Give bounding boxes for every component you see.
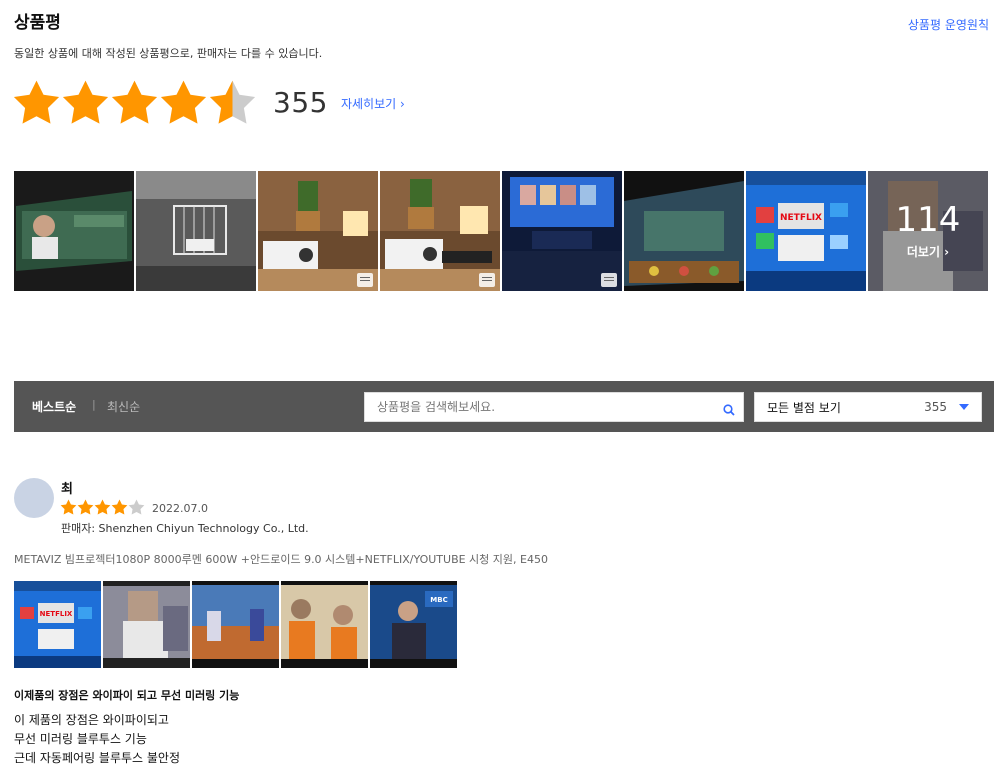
star-icon <box>159 79 208 125</box>
svg-text:MBC: MBC <box>430 596 447 604</box>
star-icon <box>60 499 77 515</box>
star-icon <box>110 79 159 125</box>
review-photo[interactable] <box>192 581 279 668</box>
avatar <box>14 478 54 518</box>
comment-icon <box>479 273 495 287</box>
review-photo[interactable] <box>281 581 368 668</box>
comment-icon <box>357 273 373 287</box>
review-star-rating <box>60 499 145 515</box>
star-icon <box>111 499 128 515</box>
review-photo[interactable]: NETFLIX <box>14 581 101 668</box>
detail-link[interactable]: 자세히보기 › <box>341 95 405 112</box>
review-photos: NETFLIX MBC <box>14 581 457 668</box>
rating-summary: 355 자세히보기 › <box>12 76 405 128</box>
photo-gallery: NETFLIX 114 더보기 › <box>14 171 988 291</box>
sort-best-tab[interactable]: 베스트순 <box>32 398 76 415</box>
review-filter-bar: 베스트순 | 최신순 모든 별점 보기 355 <box>14 381 994 432</box>
more-photos-button[interactable]: 더보기 › <box>907 243 949 260</box>
rating-stars <box>12 79 257 125</box>
review-date: 2022.07.0 <box>152 502 208 515</box>
empty-star-icon <box>128 499 145 515</box>
star-filter-count: 355 <box>924 400 947 414</box>
gallery-photo[interactable]: NETFLIX <box>746 171 866 291</box>
review-body-line: 무선 미러링 블루투스 기능 <box>14 732 147 746</box>
gallery-photo[interactable] <box>258 171 378 291</box>
svg-text:NETFLIX: NETFLIX <box>40 610 73 618</box>
gallery-photo[interactable] <box>502 171 622 291</box>
star-icon <box>94 499 111 515</box>
review-body-line: 이 제품의 장점은 와이파이되고 <box>14 713 169 727</box>
star-filter-label: 모든 별점 보기 <box>767 400 841 415</box>
review-body-line: 근데 자동페어링 블루투스 불안정 <box>14 751 181 765</box>
svg-text:NETFLIX: NETFLIX <box>780 213 822 223</box>
review-headline: 이제품의 장점은 와이파이 되고 무선 미러링 기능 <box>14 689 240 702</box>
product-name: METAVIZ 빔프로젝터1080P 8000루멘 600W +안드로이드 9.… <box>14 553 548 566</box>
gallery-photo[interactable] <box>136 171 256 291</box>
search-icon[interactable] <box>723 401 735 416</box>
star-filter-select[interactable]: 모든 별점 보기 355 <box>754 392 982 422</box>
seller-info: 판매자: Shenzhen Chiyun Technology Co., Ltd… <box>61 522 309 535</box>
review-body: 이 제품의 장점은 와이파이되고 무선 미러링 블루투스 기능 근데 자동페어링… <box>14 711 180 768</box>
chevron-down-icon <box>959 404 969 410</box>
star-icon <box>61 79 110 125</box>
gallery-photo[interactable] <box>624 171 744 291</box>
review-photo[interactable] <box>103 581 190 668</box>
gallery-more-photo[interactable]: 114 더보기 › <box>868 171 988 291</box>
gallery-photo[interactable] <box>14 171 134 291</box>
half-star-icon <box>208 79 257 125</box>
review-policy-link[interactable]: 상품평 운영원칙 <box>908 16 989 33</box>
sort-separator: | <box>92 398 96 411</box>
review-search-input[interactable] <box>365 393 705 421</box>
review-search-box <box>364 392 744 422</box>
review-subtitle: 동일한 상품에 대해 작성된 상품평으로, 판매자는 다를 수 있습니다. <box>14 47 323 60</box>
sort-newest-tab[interactable]: 최신순 <box>107 398 140 415</box>
reviewer-name: 최 <box>61 482 73 497</box>
page-title: 상품평 <box>14 13 61 33</box>
star-icon <box>12 79 61 125</box>
gallery-photo[interactable] <box>380 171 500 291</box>
comment-icon <box>601 273 617 287</box>
review-photo[interactable]: MBC <box>370 581 457 668</box>
star-icon <box>77 499 94 515</box>
rating-count: 355 <box>273 85 328 119</box>
more-photos-overlay[interactable]: 114 더보기 › <box>868 171 988 291</box>
more-photos-count: 114 <box>895 199 961 240</box>
